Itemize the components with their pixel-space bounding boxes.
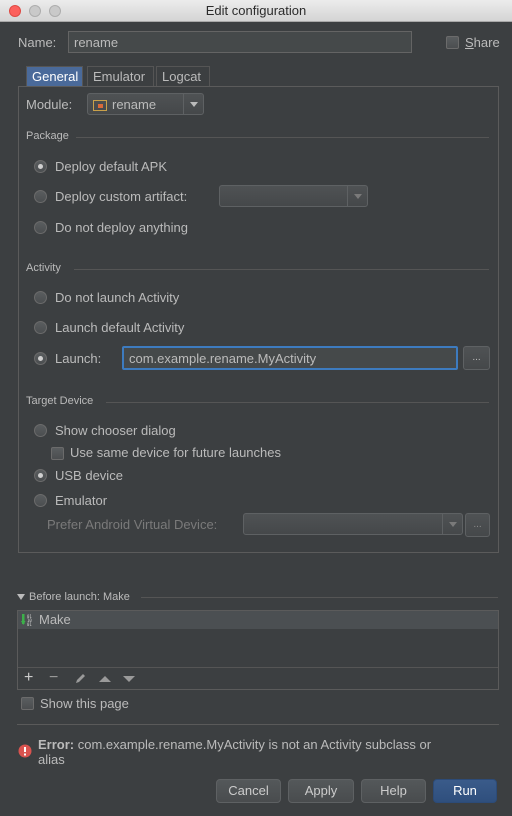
chevron-down-icon: [183, 94, 203, 114]
cancel-button[interactable]: Cancel: [216, 779, 281, 803]
deploy-custom-radio[interactable]: [34, 190, 47, 203]
module-combo[interactable]: rename: [87, 93, 204, 115]
before-launch-title: Before launch: Make: [29, 591, 130, 603]
add-task-button[interactable]: +: [24, 669, 33, 687]
deploy-default-label: Deploy default APK: [55, 159, 168, 174]
footer-divider: [17, 724, 499, 725]
usb-device-radio[interactable]: [34, 469, 47, 482]
tab-emulator[interactable]: Emulator: [87, 66, 154, 87]
move-down-icon[interactable]: [123, 675, 135, 683]
chooser-label: Show chooser dialog: [55, 423, 176, 438]
browse-activity-button[interactable]: ...: [463, 346, 490, 370]
launch-specific-radio[interactable]: [34, 352, 47, 365]
browse-avd-button[interactable]: ...: [465, 513, 490, 537]
deploy-default-radio[interactable]: [34, 160, 47, 173]
activity-section-title: Activity: [26, 262, 61, 274]
window-title: Edit configuration: [205, 3, 307, 18]
move-up-icon[interactable]: [99, 675, 111, 683]
activity-divider: [74, 269, 489, 270]
run-button[interactable]: Run: [433, 779, 497, 803]
error-text: com.example.rename.MyActivity is not an …: [77, 737, 432, 752]
module-label: Module:: [26, 97, 73, 112]
emulator-label: Emulator: [55, 493, 108, 508]
chevron-down-icon: [442, 514, 462, 534]
error-message: Error: com.example.rename.MyActivity is …: [38, 737, 431, 752]
tab-general[interactable]: General: [26, 66, 83, 87]
before-launch-divider: [141, 597, 498, 598]
no-deploy-label: Do not deploy anything: [55, 220, 188, 235]
tab-logcat[interactable]: Logcat: [156, 66, 210, 87]
collapse-triangle-icon[interactable]: [17, 594, 25, 600]
launch-activity-input[interactable]: [122, 346, 458, 370]
name-label: Name:: [18, 35, 57, 50]
launch-default-label: Launch default Activity: [55, 320, 185, 335]
target-section-title: Target Device: [26, 395, 94, 407]
title-bar: Edit configuration: [0, 0, 512, 22]
list-toolbar-divider: [18, 667, 498, 668]
show-page-label: Show this page: [40, 696, 129, 711]
target-divider: [106, 402, 489, 403]
package-section-title: Package: [26, 130, 69, 142]
make-icon: 01 10 01: [21, 614, 32, 627]
no-launch-radio[interactable]: [34, 291, 47, 304]
edit-pencil-icon[interactable]: [74, 673, 86, 685]
avd-combo[interactable]: [243, 513, 463, 535]
same-device-label: Use same device for future launches: [70, 445, 281, 460]
package-divider: [76, 137, 489, 138]
prefer-avd-label: Prefer Android Virtual Device:: [47, 517, 218, 532]
name-input[interactable]: [68, 31, 412, 53]
deploy-custom-label: Deploy custom artifact:: [55, 189, 188, 204]
remove-task-button[interactable]: −: [49, 669, 58, 687]
artifact-combo[interactable]: [219, 185, 368, 207]
same-device-checkbox[interactable]: [51, 447, 64, 460]
no-deploy-radio[interactable]: [34, 221, 47, 234]
chevron-down-icon: [347, 186, 367, 206]
no-launch-label: Do not launch Activity: [55, 290, 180, 305]
apply-button[interactable]: Apply: [288, 779, 354, 803]
show-page-checkbox[interactable]: [21, 697, 34, 710]
share-label: Share: [465, 35, 500, 50]
svg-text:01: 01: [27, 622, 32, 627]
before-launch-list: 01 10 01 Make + −: [17, 610, 499, 690]
module-value: rename: [112, 97, 157, 112]
share-checkbox[interactable]: [446, 36, 459, 49]
launch-default-radio[interactable]: [34, 321, 47, 334]
launch-label: Launch:: [55, 351, 102, 366]
list-item[interactable]: 01 10 01 Make: [18, 611, 498, 629]
help-button[interactable]: Help: [361, 779, 426, 803]
usb-device-label: USB device: [55, 468, 123, 483]
emulator-radio[interactable]: [34, 494, 47, 507]
module-folder-icon: [93, 100, 107, 111]
error-message-continued: alias: [38, 752, 65, 767]
chooser-radio[interactable]: [34, 424, 47, 437]
error-prefix: Error:: [38, 737, 75, 752]
make-label: Make: [39, 612, 71, 627]
error-icon: [18, 744, 32, 758]
